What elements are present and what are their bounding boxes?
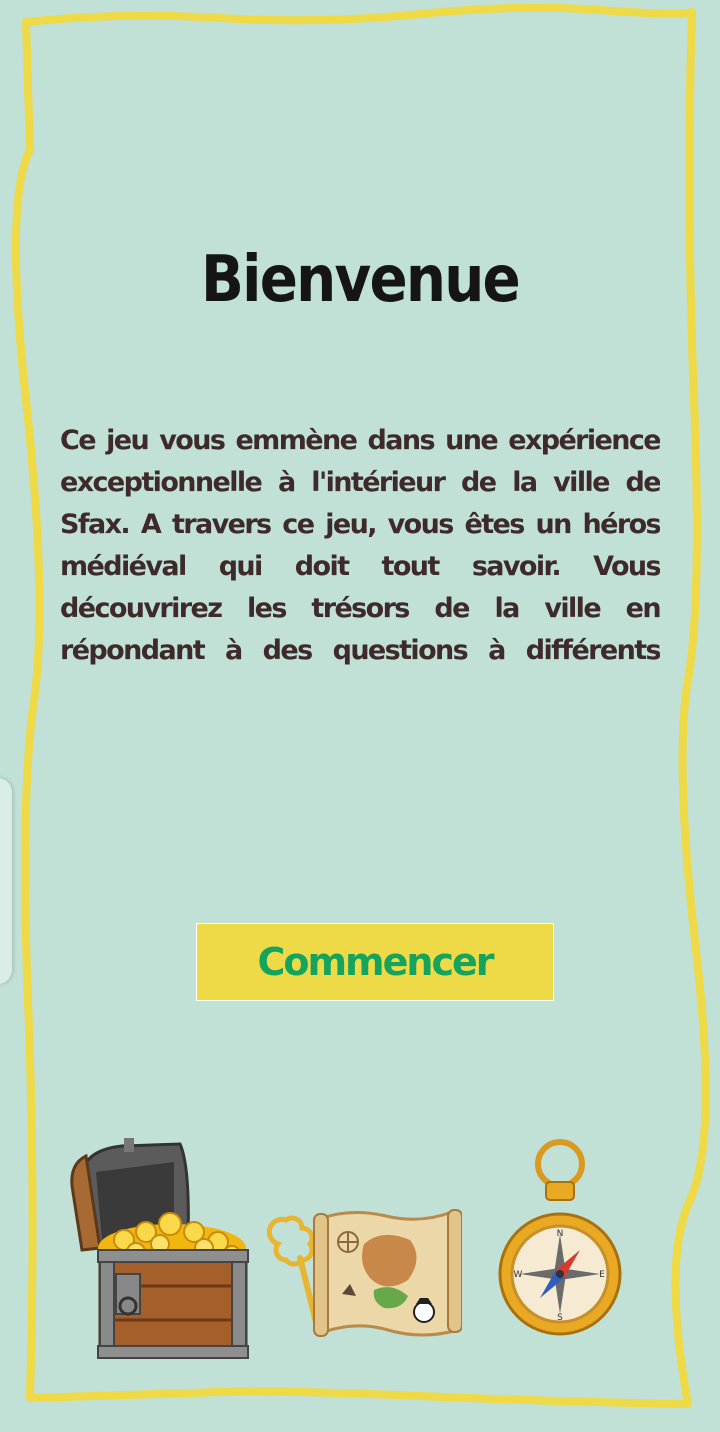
side-pull-tab[interactable] xyxy=(0,778,12,984)
page-title: Bienvenue xyxy=(201,242,521,317)
compass-east-label: E xyxy=(599,1270,605,1280)
compass-icon: N E S W xyxy=(498,1139,622,1336)
treasure-chest-icon xyxy=(70,1138,249,1359)
compass-west-label: W xyxy=(514,1270,523,1280)
treasure-map-icon xyxy=(313,1209,462,1337)
compass-south-label: S xyxy=(557,1313,563,1323)
compass-north-label: N xyxy=(557,1229,564,1239)
start-button[interactable]: Commencer xyxy=(196,923,554,1001)
intro-paragraph: Ce jeu vous emmène dans une expérience e… xyxy=(60,425,660,666)
